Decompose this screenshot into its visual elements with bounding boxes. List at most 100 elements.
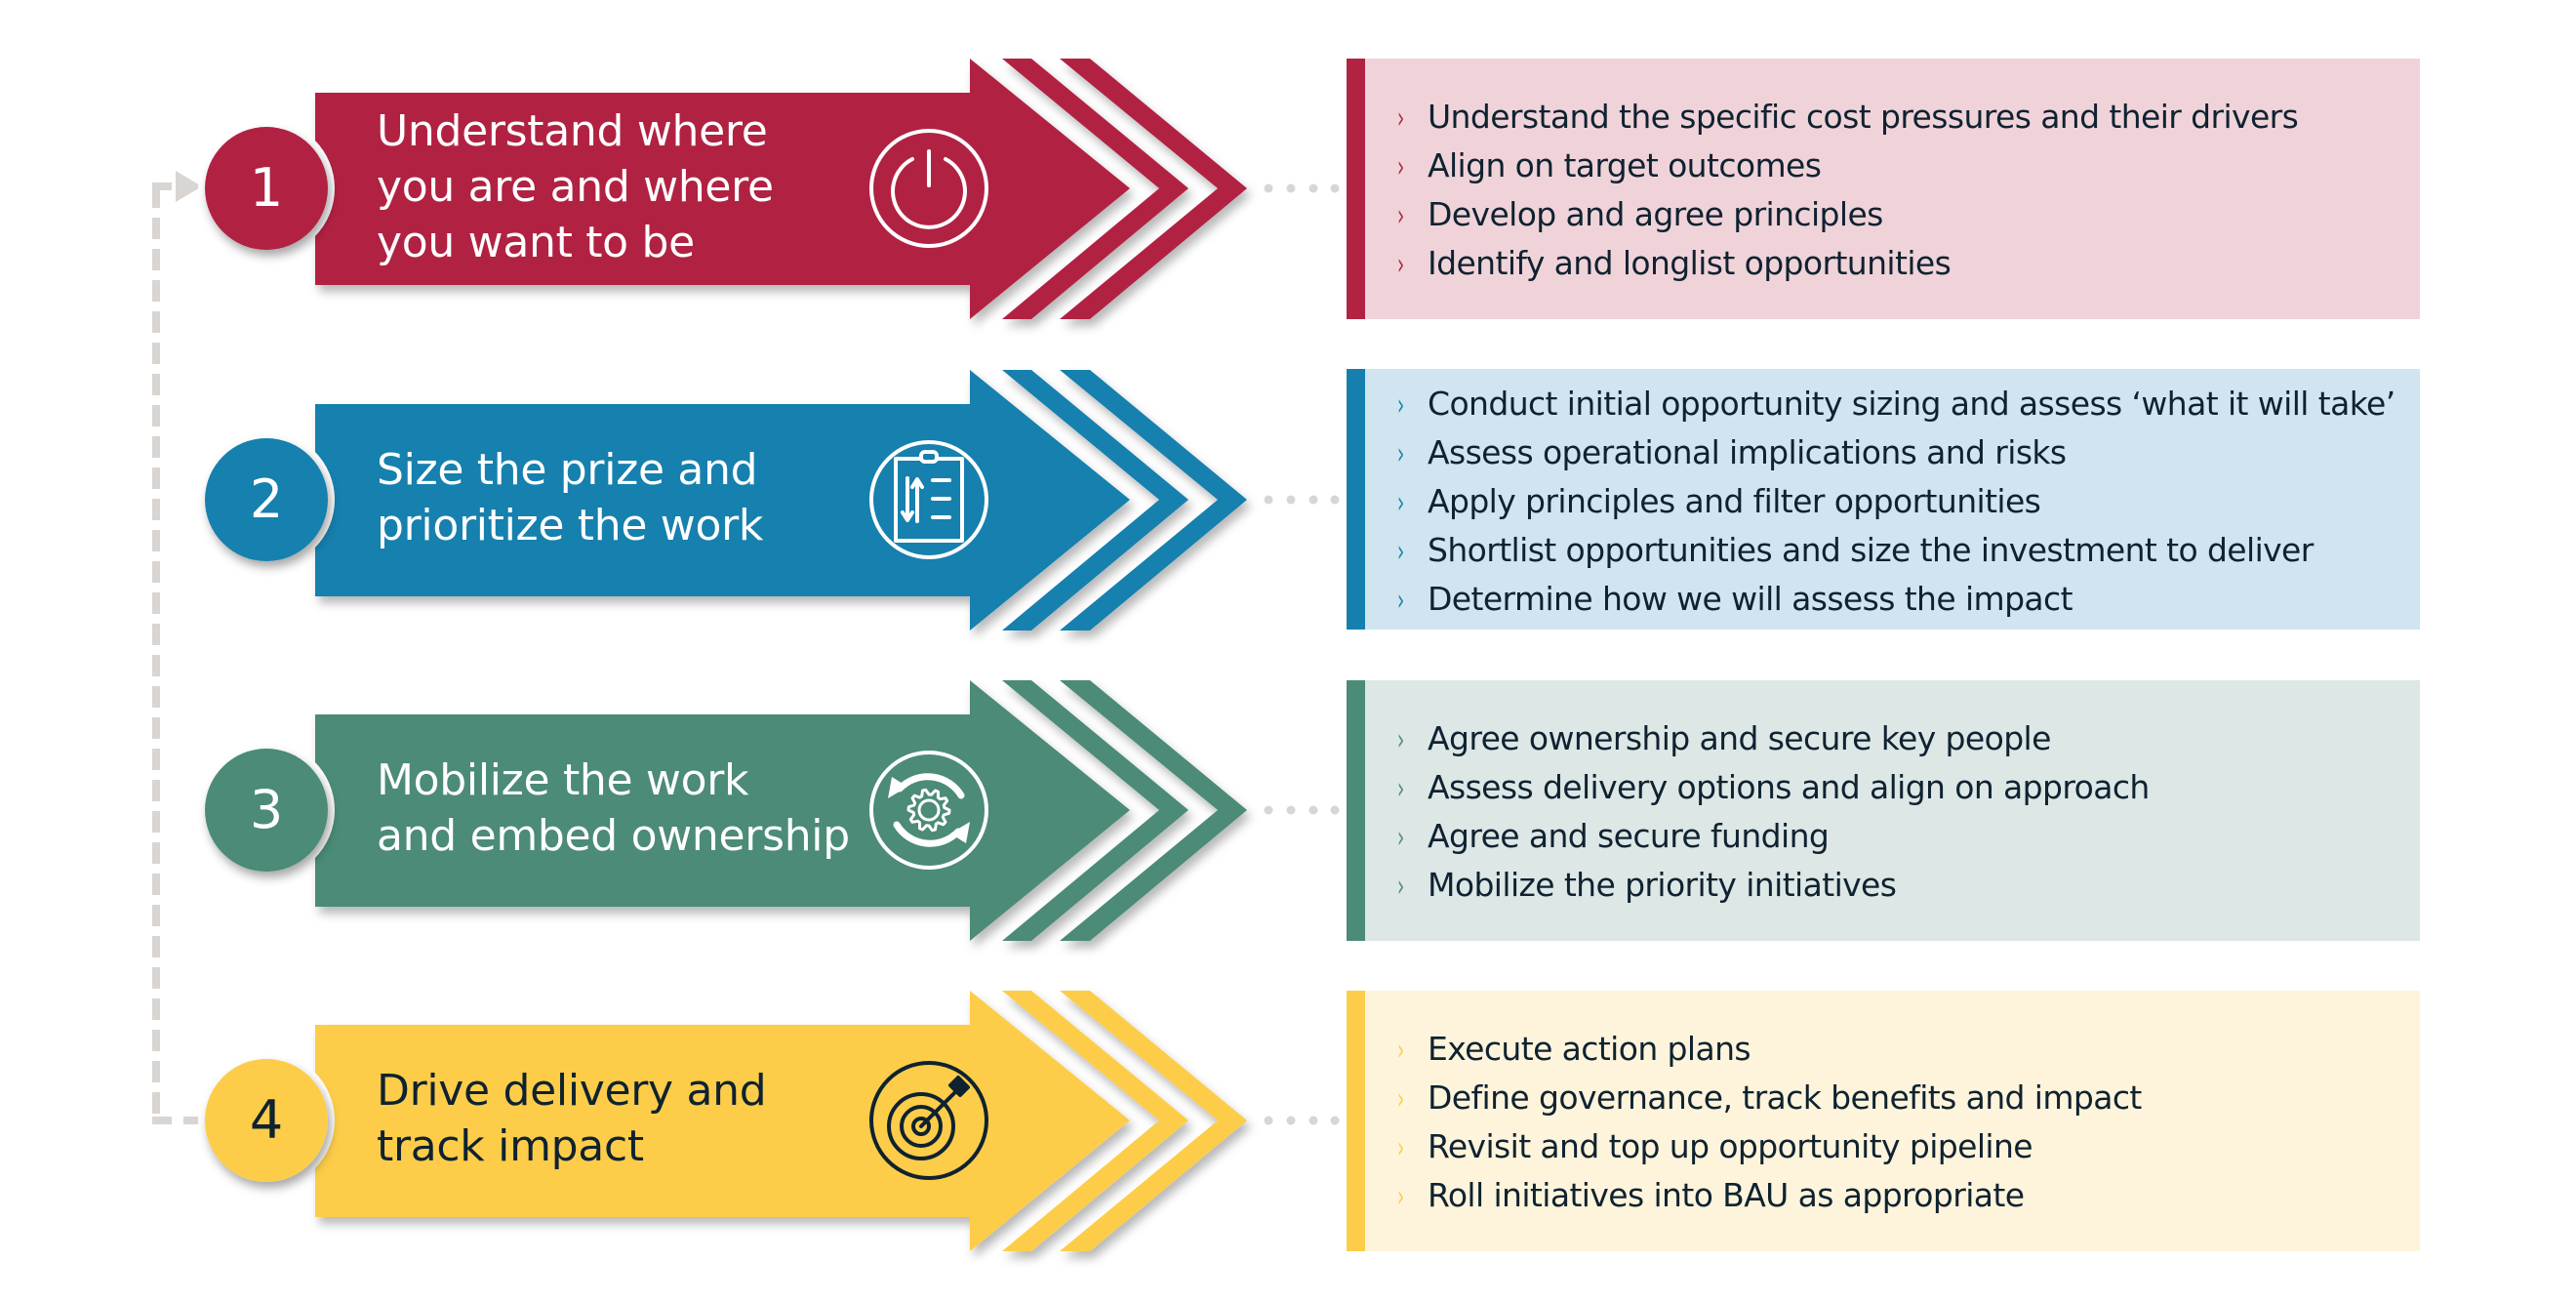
chevron-right-icon: › — [1397, 820, 1404, 855]
step-number: 2 — [249, 468, 284, 530]
step-title: Understand where you are and where you wan… — [377, 103, 884, 270]
connector-dot — [1308, 495, 1318, 505]
chevron-right-icon: › — [1397, 436, 1404, 471]
list-item: › Align on target outcomes — [1397, 142, 2400, 191]
step-number: 4 — [249, 1089, 284, 1151]
dotted-connector — [1264, 495, 1340, 505]
step-title-line: track impact — [377, 1121, 644, 1171]
connector-dot — [1286, 1116, 1296, 1125]
step-title-line: Mobilize the work — [377, 755, 749, 805]
bullet-text: Roll initiatives into BAU as appropriate — [1428, 1175, 2025, 1214]
step-3-details: › Agree ownership and secure key people › A… — [1347, 680, 2420, 941]
chevron-right-icon: › — [1397, 771, 1404, 806]
bullet-text: Agree and secure funding — [1428, 816, 1830, 855]
bullet-list: › Understand the specific cost pressures … — [1397, 94, 2400, 289]
chevron-right-icon: › — [1397, 869, 1404, 904]
connector-arrowhead-icon — [176, 171, 202, 202]
connector-dot — [1286, 805, 1296, 815]
bullet-text: Agree ownership and secure key people — [1428, 718, 2051, 757]
bullet-text: Revisit and top up opportunity pipeline — [1428, 1126, 2033, 1165]
step-4-details: › Execute action plans › Define governance,… — [1347, 991, 2420, 1251]
chevron-right-icon: › — [1397, 101, 1404, 136]
dotted-connector — [1264, 183, 1340, 193]
list-item: › Identify and longlist opportunities — [1397, 240, 2400, 289]
step-title: Size the prize and prioritize the work — [377, 442, 884, 553]
chevron-right-icon: › — [1397, 387, 1404, 423]
chevron-right-icon: › — [1397, 485, 1404, 520]
accent-bar — [1347, 59, 1365, 319]
list-item: › Assess delivery options and align on ap… — [1397, 764, 2400, 813]
loop-connector — [152, 171, 205, 1124]
step-title-line: you want to be — [377, 217, 695, 267]
dotted-connector — [1264, 805, 1340, 815]
list-item: › Understand the specific cost pressures … — [1397, 94, 2400, 142]
connector-dot — [1264, 1116, 1273, 1125]
connector-dot — [1330, 1116, 1340, 1125]
bullet-list: › Conduct initial opportunity sizing and … — [1397, 381, 2400, 625]
bullet-text: Identify and longlist opportunities — [1428, 243, 1952, 282]
connector-dot — [1308, 805, 1318, 815]
accent-bar — [1347, 680, 1365, 941]
connector-dot — [1286, 183, 1296, 193]
bullet-text: Define governance, track benefits and im… — [1428, 1078, 2142, 1117]
chevron-right-icon: › — [1397, 1081, 1404, 1117]
chevron-right-icon: › — [1397, 198, 1404, 233]
bullet-list: › Agree ownership and secure key people › A… — [1397, 715, 2400, 911]
list-item: › Apply principles and filter opportuniti… — [1397, 478, 2400, 527]
step-title-line: prioritize the work — [377, 501, 764, 550]
step-1-details: › Understand the specific cost pressures … — [1347, 59, 2420, 319]
connector-dot — [1264, 495, 1273, 505]
connector-dot — [1330, 495, 1340, 505]
bullet-text: Align on target outcomes — [1428, 145, 1822, 184]
step-title-line: and embed ownership — [377, 811, 850, 861]
bullet-text: Mobilize the priority initiatives — [1428, 865, 1897, 904]
list-item: › Conduct initial opportunity sizing and … — [1397, 381, 2400, 429]
step-title-line: Drive delivery and — [377, 1066, 767, 1116]
chevron-right-icon: › — [1397, 149, 1404, 184]
connector-dot — [1308, 183, 1318, 193]
dotted-connector — [1264, 1116, 1340, 1125]
bullet-text: Shortlist opportunities and size the inv… — [1428, 530, 2314, 569]
chevron-right-icon: › — [1397, 1130, 1404, 1165]
accent-bar — [1347, 991, 1365, 1251]
bullet-text: Determine how we will assess the impact — [1428, 579, 2073, 618]
step-title-line: you are and where — [377, 161, 774, 212]
step-title-line: Size the prize and — [377, 445, 758, 495]
connector-dot — [1264, 183, 1273, 193]
chevron-right-icon: › — [1397, 534, 1404, 569]
step-title: Drive delivery and track impact — [377, 1063, 884, 1174]
chevron-right-icon: › — [1397, 722, 1404, 757]
chevron-right-icon: › — [1397, 247, 1404, 282]
bullet-text: Conduct initial opportunity sizing and a… — [1428, 384, 2395, 423]
bullet-text: Execute action plans — [1428, 1029, 1751, 1068]
list-item: › Revisit and top up opportunity pipeline — [1397, 1123, 2400, 1172]
chevron-right-icon: › — [1397, 1179, 1404, 1214]
list-item: › Assess operational implications and ris… — [1397, 429, 2400, 478]
list-item: › Mobilize the priority initiatives — [1397, 862, 2400, 911]
step-number: 1 — [249, 157, 284, 219]
list-item: › Agree and secure funding — [1397, 813, 2400, 862]
step-number: 3 — [249, 779, 284, 840]
bullet-text: Understand the specific cost pressures a… — [1428, 97, 2299, 136]
bullet-text: Assess operational implications and risk… — [1428, 432, 2067, 471]
list-item: › Execute action plans — [1397, 1026, 2400, 1075]
list-item: › Determine how we will assess the impact — [1397, 576, 2400, 625]
chevron-right-icon: › — [1397, 583, 1404, 618]
connector-dot — [1264, 805, 1273, 815]
bullet-text: Apply principles and filter opportunitie… — [1428, 481, 2041, 520]
list-item: › Shortlist opportunities and size the in… — [1397, 527, 2400, 576]
connector-dot — [1308, 1116, 1318, 1125]
step-title-line: Understand where — [377, 105, 768, 156]
bullet-text: Develop and agree principles — [1428, 194, 1883, 233]
connector-dot — [1286, 495, 1296, 505]
list-item: › Agree ownership and secure key people — [1397, 715, 2400, 764]
connector-dot — [1330, 183, 1340, 193]
connector-dot — [1330, 805, 1340, 815]
step-title: Mobilize the work and embed ownership — [377, 753, 884, 864]
list-item: › Develop and agree principles — [1397, 191, 2400, 240]
accent-bar — [1347, 369, 1365, 630]
bullet-text: Assess delivery options and align on app… — [1428, 767, 2150, 806]
step-2-details: › Conduct initial opportunity sizing and … — [1347, 369, 2420, 630]
chevron-right-icon: › — [1397, 1033, 1404, 1068]
process-diagram: 1 Understand where you are and where you wa… — [0, 0, 2576, 1302]
